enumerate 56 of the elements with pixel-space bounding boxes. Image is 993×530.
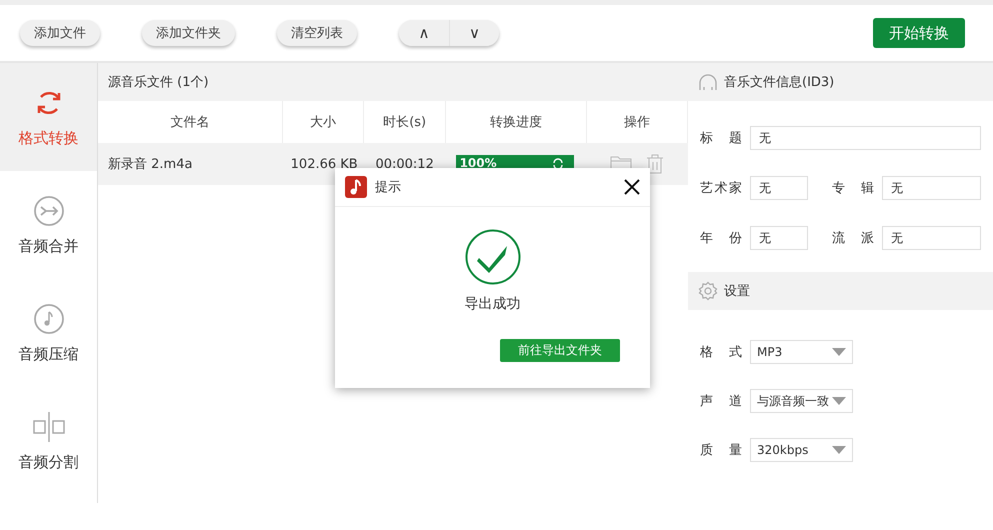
toolbar-button[interactable]: 添加文件 [20, 20, 100, 46]
close-icon[interactable] [624, 179, 640, 195]
field-label: 格式 [700, 344, 742, 361]
section-title: 音乐文件信息(ID3) [724, 74, 834, 91]
sidebar-item[interactable]: 音频分割 [0, 387, 97, 495]
field-label: 专辑 [832, 180, 874, 197]
sidebar-label: 格式转换 [18, 128, 78, 148]
trash-icon[interactable] [646, 154, 664, 174]
split-icon [32, 410, 66, 442]
input-field[interactable]: 无 [750, 126, 981, 150]
sidebar-label: 音频分割 [18, 452, 78, 472]
sidebar-label: 音频合并 [18, 236, 78, 256]
input-field[interactable]: 无 [750, 176, 808, 200]
move-button[interactable]: ∨ [449, 20, 499, 46]
start-button[interactable]: 开始转换 [873, 18, 965, 48]
dialog-message: 导出成功 [464, 295, 520, 313]
dropdown[interactable]: MP3 [750, 340, 853, 364]
toolbar-button[interactable]: 清空列表 [277, 20, 357, 46]
field-label: 质量 [700, 442, 742, 459]
table-cell: 00:00:12 [375, 156, 434, 172]
caret-icon [832, 397, 846, 405]
table-cell: 新录音 2.m4a [108, 157, 192, 172]
headphones-icon [698, 72, 718, 92]
column-header: 转换进度 [490, 115, 542, 130]
sidebar-item[interactable]: 音频压缩 [0, 279, 97, 387]
progress-text: 100% [460, 156, 497, 170]
open-folder-button[interactable]: 前往导出文件夹 [500, 339, 620, 362]
music-note-icon [345, 176, 367, 198]
field-label: 年份 [700, 230, 742, 247]
column-header: 文件名 [170, 115, 210, 130]
dialog-title: 提示 [375, 179, 401, 196]
toolbar-button[interactable]: 添加文件夹 [142, 20, 235, 46]
dropdown[interactable]: 与源音频一致 [750, 389, 853, 413]
dropdown[interactable]: 320kbps [750, 438, 853, 462]
field-label: 标题 [700, 130, 742, 147]
caret-icon [832, 348, 846, 356]
field-label: 流派 [832, 230, 874, 247]
checkmark-icon [464, 229, 520, 285]
column-header: 时长(s) [383, 115, 426, 130]
input-field[interactable]: 无 [882, 226, 981, 250]
section-title: 设置 [724, 283, 750, 300]
field-label: 声道 [700, 393, 742, 410]
sidebar-item[interactable]: 音频合并 [0, 171, 97, 279]
column-header: 大小 [310, 115, 336, 130]
sidebar-item[interactable]: 格式转换 [0, 63, 97, 171]
input-field[interactable]: 无 [882, 176, 981, 200]
input-field[interactable]: 无 [750, 226, 808, 250]
settings-icon [698, 281, 718, 301]
list-title: 源音乐文件 (1个) [108, 74, 209, 91]
caret-icon [832, 446, 846, 454]
move-button[interactable]: ∧ [399, 20, 449, 46]
table-cell: 102.66 KB [290, 156, 358, 172]
field-label: 艺术家 [700, 180, 742, 197]
column-header: 操作 [624, 115, 650, 130]
sidebar-label: 音频压缩 [18, 344, 78, 364]
music-note-icon [32, 302, 64, 334]
